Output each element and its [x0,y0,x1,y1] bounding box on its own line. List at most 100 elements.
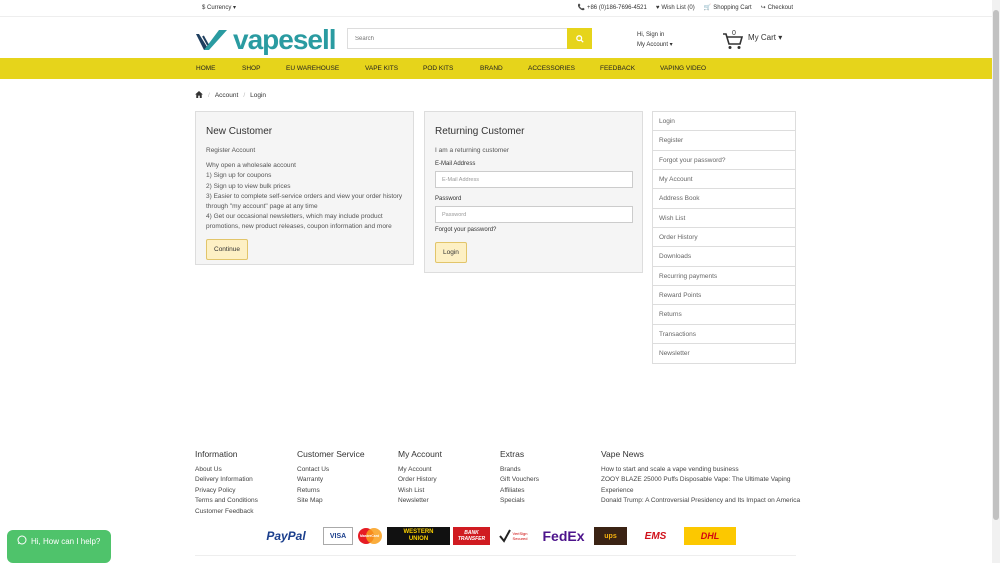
page-scrollbar[interactable] [992,0,1000,563]
benefit-line: 4) Get our occasional newsletters, which… [206,213,392,231]
nav-shop[interactable]: SHOP [242,65,286,72]
sidebar-item-my-account[interactable]: My Account [653,170,795,190]
returning-customer-panel: Returning Customer I am a returning cust… [424,111,643,273]
currency-dropdown[interactable]: $ Currency ▾ [202,4,236,11]
main-nav: HOME SHOP EU WAREHOUSE VAPE KITS POD KIT… [0,58,992,79]
returning-customer-title: Returning Customer [435,126,525,137]
sidebar-item-downloads[interactable]: Downloads [653,247,795,267]
new-customer-panel: New Customer Register Account Why open a… [195,111,414,265]
nav-vape-kits[interactable]: VAPE KITS [365,65,423,72]
header: vapesell Hi, Sign in My Account ▾ 0 My C… [0,17,992,58]
footer-link[interactable]: Returns [297,486,392,496]
sidebar-item-transactions[interactable]: Transactions [653,325,795,345]
breadcrumb: / Account / Login [195,91,266,100]
footer-link[interactable]: Newsletter [398,496,493,506]
benefit-line: 1) Sign up for coupons [206,172,272,180]
news-link[interactable]: Donald Trump: A Controversial Presidency… [601,496,801,506]
breadcrumb-login[interactable]: Login [250,92,266,99]
nav-eu-warehouse[interactable]: EU WAREHOUSE [286,65,365,72]
news-link[interactable]: How to start and scale a vape vending bu… [601,465,801,475]
wishlist-link[interactable]: ♥ Wish List (0) [656,4,695,11]
scrollbar-thumb[interactable] [993,10,999,520]
sidebar-item-recurring-payments[interactable]: Recurring payments [653,267,795,287]
footer-heading: Customer Service [297,449,365,459]
heart-icon: ♥ [655,4,660,11]
footer-link[interactable]: Warranty [297,475,392,485]
email-field[interactable]: E-Mail Address [435,171,633,189]
email-label: E-Mail Address [435,161,476,168]
footer-link[interactable]: My Account [398,465,493,475]
my-cart-label[interactable]: My Cart ▾ [748,33,782,42]
footer-vape-news: Vape News How to start and scale a vape … [601,449,801,507]
cart-icon: 🛒 [703,5,712,11]
news-link[interactable]: ZOOY BLAZE 25000 Puffs Disposable Vape: … [601,475,801,496]
sidebar-item-forgot-password[interactable]: Forgot your password? [653,151,795,171]
search-bar [347,28,592,49]
sidebar-item-address-book[interactable]: Address Book [653,189,795,209]
returning-subtitle: I am a returning customer [435,147,510,154]
shopping-cart-link[interactable]: 🛒 Shopping Cart [703,4,752,12]
home-icon[interactable] [195,91,203,100]
register-account-subtitle: Register Account [206,147,256,154]
site-logo[interactable]: vapesell [195,24,337,55]
footer-information: Information About Us Delivery Informatio… [195,449,290,517]
chat-widget[interactable]: Hi, How can I help? [7,530,111,563]
footer-link[interactable]: Specials [500,496,595,506]
continue-button[interactable]: Continue [206,238,249,260]
sidebar-item-returns[interactable]: Returns [653,305,795,325]
cart-widget[interactable]: 0 My Cart ▾ [722,30,782,50]
sidebar-item-newsletter[interactable]: Newsletter [653,344,795,363]
logo-text: vapesell [233,24,337,55]
account-menu[interactable]: Hi, Sign in My Account ▾ [637,30,673,50]
footer-link[interactable]: Site Map [297,496,392,506]
dhl-logo: DHL [684,527,736,545]
sidebar-item-wish-list[interactable]: Wish List [653,209,795,229]
breadcrumb-account[interactable]: Account [215,92,239,99]
footer-link[interactable]: Customer Feedback [195,507,290,517]
payment-logos: PayPal VISA MasterCard WESTERN UNION BANK… [252,527,736,545]
password-field[interactable]: Password [435,206,633,224]
visa-logo: VISA [323,527,353,545]
verisign-logo: VeriSign Secured [493,527,533,545]
nav-vaping-video[interactable]: VAPING VIDEO [660,65,706,72]
sidebar-item-reward-points[interactable]: Reward Points [653,286,795,306]
nav-brand[interactable]: BRAND [480,65,528,72]
mastercard-logo: MasterCard [356,527,384,545]
footer-heading: Extras [500,449,525,459]
search-icon [575,34,584,43]
sidebar-item-login[interactable]: Login [653,112,795,132]
nav-home[interactable]: HOME [196,65,242,72]
footer-link[interactable]: Affiliates [500,486,595,496]
benefit-line: 2) Sign up to view bulk prices [206,182,291,190]
new-customer-title: New Customer [206,126,273,137]
my-account-dropdown[interactable]: My Account ▾ [637,40,673,50]
footer-link[interactable]: Privacy Policy [195,486,290,496]
footer-link[interactable]: Gift Vouchers [500,475,595,485]
footer-divider [195,555,796,556]
footer-link[interactable]: Terms and Conditions [195,496,290,506]
nav-accessories[interactable]: ACCESSORIES [528,65,600,72]
login-button[interactable]: Login [435,242,467,264]
footer-link[interactable]: Wish List [398,486,493,496]
benefit-line: Why open a wholesale account [206,162,296,170]
forgot-password-link[interactable]: Forgot your password? [435,227,632,233]
search-input[interactable] [348,29,568,48]
nav-pod-kits[interactable]: POD KITS [423,65,480,72]
sidebar-item-register[interactable]: Register [653,131,795,151]
footer-extras: Extras Brands Gift Vouchers Affiliates S… [500,449,595,507]
footer-heading: My Account [398,449,442,459]
search-button[interactable] [567,28,592,49]
footer-link[interactable]: Delivery Information [195,475,290,485]
ups-logo: ups [594,527,627,545]
footer-link[interactable]: Contact Us [297,465,392,475]
sidebar-item-order-history[interactable]: Order History [653,228,795,248]
fedex-logo: FedEx [542,528,585,544]
footer-link[interactable]: Order History [398,475,493,485]
checkout-link[interactable]: ↪ Checkout [761,4,793,12]
footer-link[interactable]: Brands [500,465,595,475]
phone-link[interactable]: 📞 +86 (0)186-7696-4521 [577,4,646,12]
top-bar: $ Currency ▾ 📞 +86 (0)186-7696-4521 ♥ Wish… [0,0,992,17]
footer-heading: Information [195,449,238,459]
footer-link[interactable]: About Us [195,465,290,475]
nav-feedback[interactable]: FEEDBACK [600,65,660,72]
